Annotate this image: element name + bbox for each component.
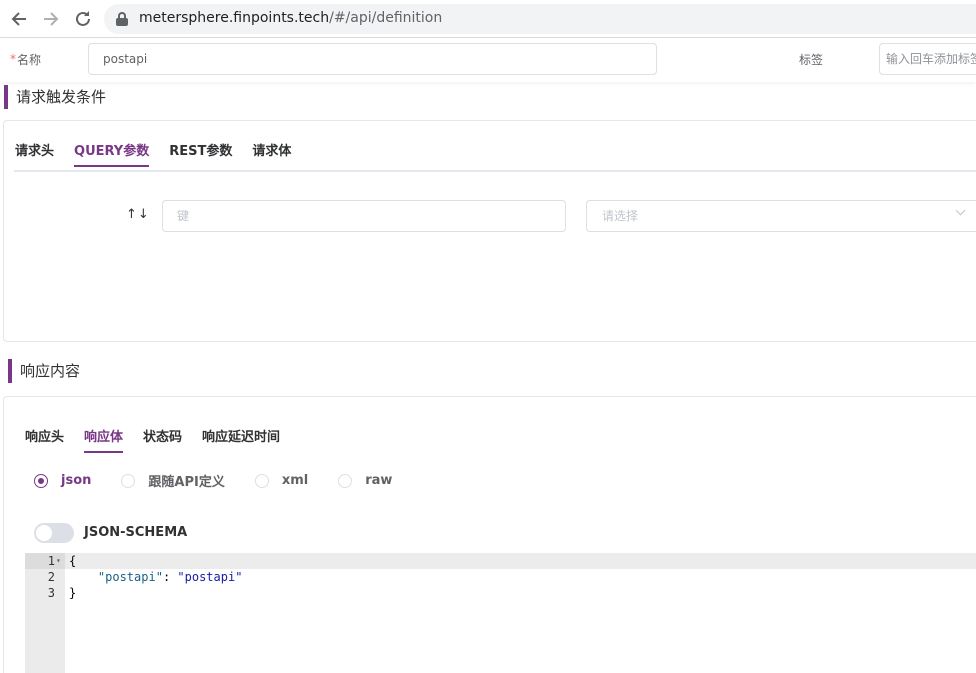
response-section-title: 响应内容 (8, 359, 80, 383)
address-bar[interactable]: metersphere.finpoints.tech/#/api/definit… (104, 4, 976, 34)
code-line: "postapi": "postapi" (97, 570, 243, 584)
radio-label: 跟随API定义 (148, 475, 225, 490)
tag-input[interactable]: 输入回车添加标签 (879, 43, 976, 75)
back-icon[interactable] (8, 8, 30, 30)
tab-status-code[interactable]: 状态码 (143, 429, 182, 453)
line-number: 3 (47, 586, 55, 600)
code-line: } (69, 586, 77, 600)
name-label: 名称 (17, 53, 42, 67)
name-row: * 名称 postapi 标签 输入回车添加标签 (0, 38, 976, 82)
radio-dot[interactable] (254, 473, 269, 488)
forward-icon[interactable] (40, 8, 62, 30)
tab-request-body[interactable]: 请求体 (252, 143, 291, 167)
radio-xml[interactable]: xml (254, 473, 309, 488)
radio-dot[interactable] (338, 473, 353, 488)
line-number: 1 (47, 554, 55, 568)
tab-rest-params[interactable]: REST参数 (169, 143, 232, 167)
code-line: { (69, 554, 77, 568)
tab-query-params[interactable]: QUERY参数 (74, 143, 150, 167)
query-type-select[interactable]: 请选择 (586, 200, 976, 232)
switch-knob (36, 525, 52, 541)
tag-label: 标签 (799, 53, 824, 67)
code-editor[interactable]: 1 ▾ 2 3 { "postapi": "postapi" } (25, 553, 976, 673)
radio-dot[interactable] (34, 473, 48, 488)
fold-arrow-icon[interactable]: ▾ (56, 556, 61, 565)
chevron-down-icon (955, 205, 966, 216)
request-panel: 请求头 QUERY参数 REST参数 请求体 ↑↓ 键 请选择 (3, 120, 976, 342)
request-tabs: 请求头 QUERY参数 REST参数 请求体 (15, 143, 311, 167)
query-key-input[interactable]: 键 (162, 200, 566, 232)
radio-json[interactable]: json (34, 473, 91, 488)
radio-label: json (61, 473, 92, 488)
browser-toolbar: metersphere.finpoints.tech/#/api/definit… (0, 0, 976, 38)
radio-dot[interactable] (121, 473, 136, 488)
request-section-title: 请求触发条件 (4, 85, 106, 109)
radio-raw[interactable]: raw (338, 473, 392, 488)
radio-label: raw (365, 473, 393, 488)
name-input[interactable]: postapi (88, 43, 657, 75)
tab-response-delay[interactable]: 响应延迟时间 (202, 429, 280, 453)
reload-icon[interactable] (72, 8, 94, 30)
radio-label: xml (281, 473, 309, 488)
sort-arrows-icon[interactable]: ↑↓ (126, 207, 150, 222)
json-schema-label: JSON-SCHEMA (84, 525, 188, 540)
tab-request-headers[interactable]: 请求头 (15, 143, 54, 167)
body-type-radio-group: json 跟随API定义 xml raw (34, 471, 422, 490)
lock-icon (116, 12, 128, 26)
line-number: 2 (47, 570, 55, 584)
response-panel: 响应头 响应体 状态码 响应延迟时间 json 跟随API定义 xml raw … (3, 396, 976, 673)
select-placeholder: 请选择 (602, 209, 639, 223)
required-mark: * (10, 52, 16, 66)
tab-response-body[interactable]: 响应体 (84, 429, 124, 453)
json-schema-switch[interactable] (34, 523, 74, 543)
radio-follow-api[interactable]: 跟随API定义 (121, 471, 225, 490)
active-line-highlight (65, 553, 976, 569)
url-text: metersphere.finpoints.tech/#/api/definit… (139, 10, 443, 26)
tab-response-headers[interactable]: 响应头 (25, 429, 64, 453)
tabs-divider (14, 170, 976, 172)
response-tabs: 响应头 响应体 状态码 响应延迟时间 (25, 429, 300, 453)
